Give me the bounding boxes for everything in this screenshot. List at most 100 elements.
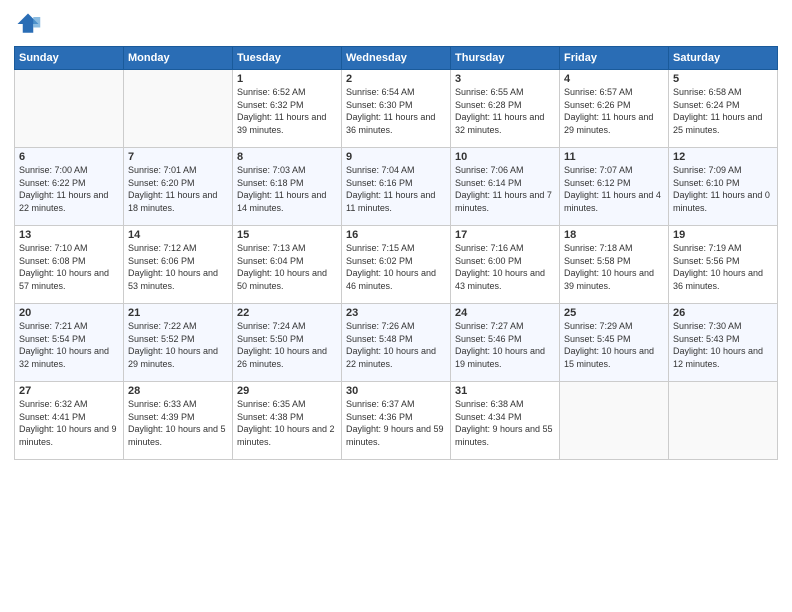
weekday-header: Thursday [451,47,560,70]
calendar-cell: 13Sunrise: 7:10 AM Sunset: 6:08 PM Dayli… [15,226,124,304]
day-number: 9 [346,151,446,163]
calendar-cell: 2Sunrise: 6:54 AM Sunset: 6:30 PM Daylig… [342,70,451,148]
day-number: 11 [564,151,664,163]
day-number: 18 [564,229,664,241]
day-info: Sunrise: 6:55 AM Sunset: 6:28 PM Dayligh… [455,86,555,136]
day-info: Sunrise: 7:22 AM Sunset: 5:52 PM Dayligh… [128,320,228,370]
calendar-cell: 26Sunrise: 7:30 AM Sunset: 5:43 PM Dayli… [669,304,778,382]
calendar-cell: 19Sunrise: 7:19 AM Sunset: 5:56 PM Dayli… [669,226,778,304]
day-number: 10 [455,151,555,163]
day-number: 20 [19,307,119,319]
day-info: Sunrise: 7:30 AM Sunset: 5:43 PM Dayligh… [673,320,773,370]
weekday-header: Saturday [669,47,778,70]
calendar-week-row: 13Sunrise: 7:10 AM Sunset: 6:08 PM Dayli… [15,226,778,304]
day-number: 22 [237,307,337,319]
calendar-cell: 10Sunrise: 7:06 AM Sunset: 6:14 PM Dayli… [451,148,560,226]
weekday-header: Wednesday [342,47,451,70]
day-number: 6 [19,151,119,163]
day-info: Sunrise: 6:57 AM Sunset: 6:26 PM Dayligh… [564,86,664,136]
day-number: 15 [237,229,337,241]
calendar-cell [124,70,233,148]
day-info: Sunrise: 6:37 AM Sunset: 4:36 PM Dayligh… [346,398,446,448]
calendar-cell: 7Sunrise: 7:01 AM Sunset: 6:20 PM Daylig… [124,148,233,226]
calendar-cell: 3Sunrise: 6:55 AM Sunset: 6:28 PM Daylig… [451,70,560,148]
calendar-cell [15,70,124,148]
day-number: 29 [237,385,337,397]
day-info: Sunrise: 7:13 AM Sunset: 6:04 PM Dayligh… [237,242,337,292]
day-info: Sunrise: 6:33 AM Sunset: 4:39 PM Dayligh… [128,398,228,448]
day-info: Sunrise: 7:15 AM Sunset: 6:02 PM Dayligh… [346,242,446,292]
calendar-cell: 20Sunrise: 7:21 AM Sunset: 5:54 PM Dayli… [15,304,124,382]
day-number: 21 [128,307,228,319]
day-info: Sunrise: 6:54 AM Sunset: 6:30 PM Dayligh… [346,86,446,136]
calendar-cell [560,382,669,460]
calendar-cell: 17Sunrise: 7:16 AM Sunset: 6:00 PM Dayli… [451,226,560,304]
day-number: 14 [128,229,228,241]
weekday-header-row: SundayMondayTuesdayWednesdayThursdayFrid… [15,47,778,70]
calendar-cell: 14Sunrise: 7:12 AM Sunset: 6:06 PM Dayli… [124,226,233,304]
day-info: Sunrise: 7:12 AM Sunset: 6:06 PM Dayligh… [128,242,228,292]
calendar-week-row: 20Sunrise: 7:21 AM Sunset: 5:54 PM Dayli… [15,304,778,382]
weekday-header: Tuesday [233,47,342,70]
day-info: Sunrise: 7:19 AM Sunset: 5:56 PM Dayligh… [673,242,773,292]
day-info: Sunrise: 7:01 AM Sunset: 6:20 PM Dayligh… [128,164,228,214]
weekday-header: Friday [560,47,669,70]
day-info: Sunrise: 7:04 AM Sunset: 6:16 PM Dayligh… [346,164,446,214]
day-info: Sunrise: 7:27 AM Sunset: 5:46 PM Dayligh… [455,320,555,370]
day-info: Sunrise: 7:10 AM Sunset: 6:08 PM Dayligh… [19,242,119,292]
day-number: 8 [237,151,337,163]
day-number: 25 [564,307,664,319]
day-number: 23 [346,307,446,319]
calendar-cell: 22Sunrise: 7:24 AM Sunset: 5:50 PM Dayli… [233,304,342,382]
day-info: Sunrise: 7:09 AM Sunset: 6:10 PM Dayligh… [673,164,773,214]
day-number: 3 [455,73,555,85]
calendar-cell: 15Sunrise: 7:13 AM Sunset: 6:04 PM Dayli… [233,226,342,304]
day-info: Sunrise: 7:24 AM Sunset: 5:50 PM Dayligh… [237,320,337,370]
calendar-week-row: 1Sunrise: 6:52 AM Sunset: 6:32 PM Daylig… [15,70,778,148]
day-number: 31 [455,385,555,397]
logo [14,10,46,38]
day-number: 19 [673,229,773,241]
day-info: Sunrise: 7:03 AM Sunset: 6:18 PM Dayligh… [237,164,337,214]
calendar-cell: 12Sunrise: 7:09 AM Sunset: 6:10 PM Dayli… [669,148,778,226]
calendar-cell: 5Sunrise: 6:58 AM Sunset: 6:24 PM Daylig… [669,70,778,148]
calendar-cell: 1Sunrise: 6:52 AM Sunset: 6:32 PM Daylig… [233,70,342,148]
day-number: 17 [455,229,555,241]
day-info: Sunrise: 7:29 AM Sunset: 5:45 PM Dayligh… [564,320,664,370]
calendar-cell: 8Sunrise: 7:03 AM Sunset: 6:18 PM Daylig… [233,148,342,226]
day-info: Sunrise: 6:52 AM Sunset: 6:32 PM Dayligh… [237,86,337,136]
day-number: 13 [19,229,119,241]
day-info: Sunrise: 7:16 AM Sunset: 6:00 PM Dayligh… [455,242,555,292]
page-header [14,10,778,38]
calendar-cell: 23Sunrise: 7:26 AM Sunset: 5:48 PM Dayli… [342,304,451,382]
calendar-cell: 27Sunrise: 6:32 AM Sunset: 4:41 PM Dayli… [15,382,124,460]
day-number: 12 [673,151,773,163]
calendar-cell: 9Sunrise: 7:04 AM Sunset: 6:16 PM Daylig… [342,148,451,226]
calendar-cell: 30Sunrise: 6:37 AM Sunset: 4:36 PM Dayli… [342,382,451,460]
weekday-header: Monday [124,47,233,70]
calendar-cell: 28Sunrise: 6:33 AM Sunset: 4:39 PM Dayli… [124,382,233,460]
day-number: 30 [346,385,446,397]
calendar-week-row: 27Sunrise: 6:32 AM Sunset: 4:41 PM Dayli… [15,382,778,460]
calendar-cell: 6Sunrise: 7:00 AM Sunset: 6:22 PM Daylig… [15,148,124,226]
day-info: Sunrise: 7:18 AM Sunset: 5:58 PM Dayligh… [564,242,664,292]
day-number: 4 [564,73,664,85]
calendar-cell [669,382,778,460]
calendar-cell: 24Sunrise: 7:27 AM Sunset: 5:46 PM Dayli… [451,304,560,382]
day-info: Sunrise: 7:21 AM Sunset: 5:54 PM Dayligh… [19,320,119,370]
day-number: 7 [128,151,228,163]
day-info: Sunrise: 7:06 AM Sunset: 6:14 PM Dayligh… [455,164,555,214]
weekday-header: Sunday [15,47,124,70]
day-info: Sunrise: 6:58 AM Sunset: 6:24 PM Dayligh… [673,86,773,136]
day-info: Sunrise: 7:00 AM Sunset: 6:22 PM Dayligh… [19,164,119,214]
day-info: Sunrise: 7:07 AM Sunset: 6:12 PM Dayligh… [564,164,664,214]
calendar-cell: 25Sunrise: 7:29 AM Sunset: 5:45 PM Dayli… [560,304,669,382]
day-info: Sunrise: 6:38 AM Sunset: 4:34 PM Dayligh… [455,398,555,448]
calendar-cell: 16Sunrise: 7:15 AM Sunset: 6:02 PM Dayli… [342,226,451,304]
calendar-cell: 11Sunrise: 7:07 AM Sunset: 6:12 PM Dayli… [560,148,669,226]
logo-icon [14,10,42,38]
calendar-cell: 4Sunrise: 6:57 AM Sunset: 6:26 PM Daylig… [560,70,669,148]
day-number: 1 [237,73,337,85]
day-number: 28 [128,385,228,397]
day-number: 26 [673,307,773,319]
